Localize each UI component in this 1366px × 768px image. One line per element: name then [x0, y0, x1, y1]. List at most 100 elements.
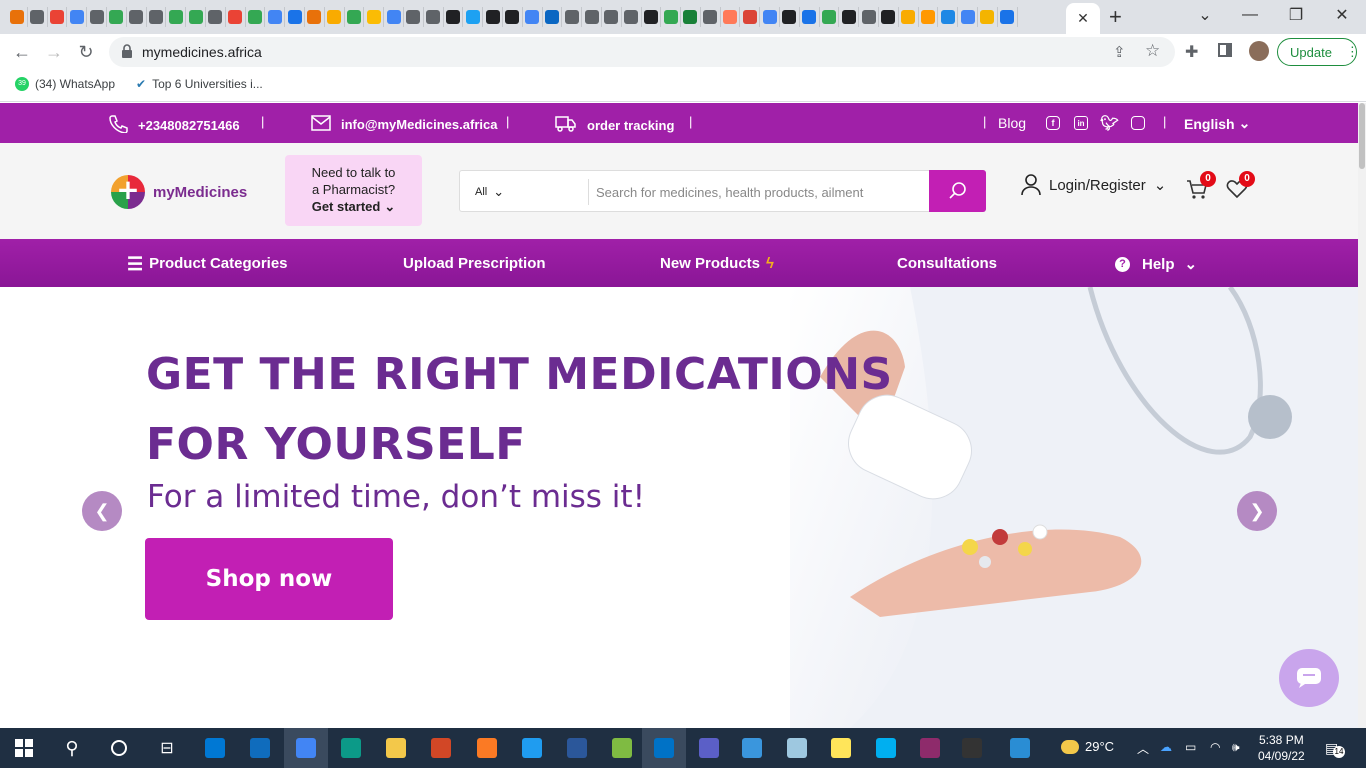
pinned-tab-favicon[interactable] — [345, 7, 365, 27]
page-scrollbar-thumb[interactable] — [1359, 103, 1365, 169]
close-window-button[interactable]: ✕ — [1319, 0, 1365, 30]
cart-button[interactable]: 0 — [1186, 171, 1216, 206]
pinned-tab-favicon[interactable] — [444, 7, 464, 27]
pinned-tab-favicon[interactable] — [147, 7, 167, 27]
forward-button[interactable]: → — [42, 40, 66, 64]
product-categories-menu[interactable]: ☰ Product Categories — [127, 255, 288, 273]
pinned-tab-favicon[interactable] — [384, 7, 404, 27]
close-tab-icon[interactable]: ✕ — [1077, 10, 1089, 27]
taskbar-app-outlook[interactable] — [642, 728, 686, 768]
pinned-tab-favicon[interactable] — [820, 7, 840, 27]
taskbar-app-teams[interactable] — [687, 728, 731, 768]
pinned-tab-list[interactable] — [8, 7, 1064, 27]
new-tab-button[interactable]: + — [1109, 4, 1122, 30]
taskbar-app-skype[interactable] — [864, 728, 908, 768]
upload-prescription-link[interactable]: Upload Prescription — [403, 255, 546, 272]
bookmark-whatsapp[interactable]: 39 (34) WhatsApp — [15, 77, 115, 91]
taskbar-app-winrar[interactable] — [908, 728, 952, 768]
pinned-tab-favicon[interactable] — [760, 7, 781, 27]
pharmacist-cta[interactable]: Need to talk to a Pharmacist? Get starte… — [285, 155, 422, 226]
facebook-icon[interactable]: f — [1046, 116, 1060, 130]
taskbar-app-help[interactable] — [998, 728, 1042, 768]
weather-widget[interactable]: 29°C — [1061, 739, 1114, 754]
pinned-tab-favicon[interactable] — [582, 7, 602, 27]
new-products-link[interactable]: New Products ϟ — [660, 255, 774, 272]
help-menu[interactable]: ? Help ⌄ — [1115, 255, 1197, 273]
onedrive-icon[interactable]: ☁ — [1160, 740, 1172, 754]
restore-button[interactable]: ❐ — [1273, 0, 1319, 30]
share-icon[interactable]: ⇪ — [1113, 43, 1126, 61]
pinned-tab-favicon[interactable] — [424, 7, 444, 27]
taskbar-app-xampp[interactable] — [465, 728, 509, 768]
pinned-tab-favicon[interactable] — [186, 7, 206, 27]
slider-prev-button[interactable]: ❮ — [82, 491, 122, 531]
instagram-icon[interactable] — [1131, 116, 1145, 130]
email-link[interactable]: info@myMedicines.africa — [311, 115, 497, 134]
reload-button[interactable]: ↻ — [74, 40, 98, 64]
volume-icon[interactable]: 🕪︎ — [1232, 740, 1240, 755]
pinned-tab-favicon[interactable] — [523, 7, 543, 27]
pinned-tab-favicon[interactable] — [226, 7, 246, 27]
taskbar-app-edge[interactable] — [329, 728, 373, 768]
shop-now-button[interactable]: Shop now — [145, 538, 393, 620]
back-button[interactable]: ← — [10, 40, 34, 64]
pinned-tab-favicon[interactable] — [166, 7, 187, 27]
taskbar-app-vscode[interactable] — [510, 728, 554, 768]
url-text[interactable]: mymedicines.africa — [142, 44, 262, 60]
pinned-tab-favicon[interactable] — [879, 7, 899, 27]
pinned-tab-favicon[interactable] — [938, 7, 959, 27]
order-tracking-link[interactable]: order tracking — [555, 115, 674, 136]
pinned-tab-favicon[interactable] — [325, 7, 345, 27]
pinned-tab-favicon[interactable] — [661, 7, 682, 27]
pinned-tab-favicon[interactable] — [404, 7, 424, 27]
pinned-tab-favicon[interactable] — [859, 7, 880, 27]
pinned-tab-favicon[interactable] — [28, 7, 48, 27]
linkedin-icon[interactable]: in — [1074, 116, 1088, 130]
pinned-tab-favicon[interactable] — [740, 7, 761, 27]
slider-next-button[interactable]: ❯ — [1237, 491, 1277, 531]
pinned-tab-favicon[interactable] — [463, 7, 484, 27]
phone-link[interactable]: +2348082751466 — [108, 115, 240, 136]
chat-widget-button[interactable] — [1279, 649, 1339, 707]
pinned-tab-favicon[interactable] — [127, 7, 147, 27]
taskbar-app-chrome[interactable] — [284, 728, 328, 768]
profile-avatar[interactable] — [1249, 41, 1269, 61]
blog-link[interactable]: Blog — [998, 115, 1026, 131]
update-button[interactable]: Update ⋮ — [1277, 38, 1359, 66]
active-tab[interactable]: ✕ — [1066, 3, 1100, 34]
taskbar-app-terminal[interactable] — [950, 728, 994, 768]
wishlist-button[interactable]: 0 — [1226, 171, 1255, 204]
pinned-tab-favicon[interactable] — [285, 7, 305, 27]
pinned-tab-favicon[interactable] — [503, 7, 523, 27]
pinned-tab-favicon[interactable] — [701, 7, 721, 27]
search-button-taskbar[interactable]: ⚲ — [50, 728, 94, 768]
pinned-tab-favicon[interactable] — [721, 7, 741, 27]
clock[interactable]: 5:38 PM 04/09/22 — [1258, 732, 1305, 764]
language-selector[interactable]: English ⌄ — [1184, 115, 1250, 132]
login-register-menu[interactable]: Login/Register ⌄ — [1021, 174, 1166, 196]
pinned-tab-favicon[interactable] — [107, 7, 127, 27]
pinned-tab-favicon[interactable] — [206, 7, 226, 27]
pinned-tab-favicon[interactable] — [681, 7, 701, 27]
start-button[interactable] — [2, 728, 46, 768]
pinned-tab-favicon[interactable] — [899, 7, 919, 27]
pinned-tab-favicon[interactable] — [8, 7, 28, 27]
cortana-button[interactable] — [97, 728, 141, 768]
taskbar-app-powerpoint[interactable] — [419, 728, 463, 768]
pinned-tab-favicon[interactable] — [364, 7, 385, 27]
get-started-link[interactable]: Get started ⌄ — [285, 198, 422, 215]
minimize-button[interactable]: — — [1227, 0, 1273, 30]
wifi-icon[interactable]: ◠ — [1210, 740, 1220, 754]
page-scrollbar[interactable] — [1358, 103, 1366, 728]
pinned-tab-favicon[interactable] — [919, 7, 939, 27]
bookmark-universities[interactable]: ✔ Top 6 Universities i... — [136, 77, 263, 91]
bookmark-star-icon[interactable]: ☆ — [1145, 41, 1160, 61]
taskbar-app-photos[interactable] — [730, 728, 774, 768]
pinned-tab-favicon[interactable] — [246, 7, 266, 27]
pinned-tab-favicon[interactable] — [87, 7, 107, 27]
search-category-select[interactable]: All ⌄ — [475, 184, 504, 200]
tab-search-button[interactable]: ⌄ — [1182, 0, 1228, 30]
twitter-icon[interactable]: 🐦︎ — [1100, 114, 1119, 132]
pinned-tab-favicon[interactable] — [839, 7, 860, 27]
taskbar-app-notepad-plus[interactable] — [600, 728, 644, 768]
